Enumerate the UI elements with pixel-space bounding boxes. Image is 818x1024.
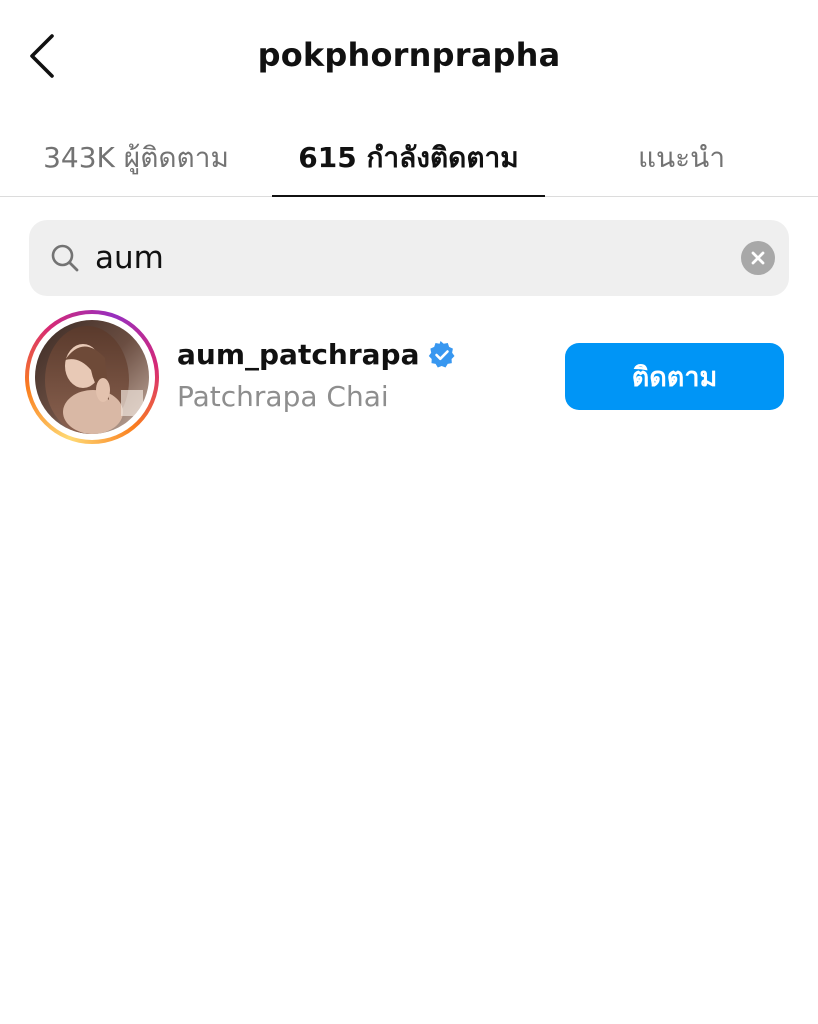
- tab-following[interactable]: 615 กำลังติดตาม: [272, 120, 545, 196]
- active-tab-indicator: [272, 195, 545, 197]
- full-name: Patchrapa Chai: [177, 380, 389, 413]
- username-line[interactable]: aum_patchrapa: [177, 338, 457, 371]
- verified-badge-icon: [428, 340, 454, 367]
- top-nav-bar: pokphornprapha: [0, 0, 818, 120]
- search-input[interactable]: [95, 220, 715, 296]
- follow-button[interactable]: ติดตาม: [565, 343, 784, 410]
- list-item[interactable]: aum_patchrapa Patchrapa Chai ติดตาม: [0, 306, 818, 450]
- clear-icon: [751, 251, 765, 265]
- search-icon: [51, 244, 79, 272]
- tab-followers[interactable]: 343K ผู้ติดตาม: [0, 120, 272, 196]
- search-bar: [29, 220, 789, 296]
- username: aum_patchrapa: [177, 338, 420, 371]
- clear-search-button[interactable]: [741, 241, 775, 275]
- tab-bar: 343K ผู้ติดตาม 615 กำลังติดตาม แนะนำ: [0, 120, 818, 197]
- tab-suggested[interactable]: แนะนำ: [545, 120, 818, 196]
- profile-photo: [35, 320, 149, 434]
- page-title: pokphornprapha: [257, 36, 561, 74]
- avatar[interactable]: [25, 310, 159, 444]
